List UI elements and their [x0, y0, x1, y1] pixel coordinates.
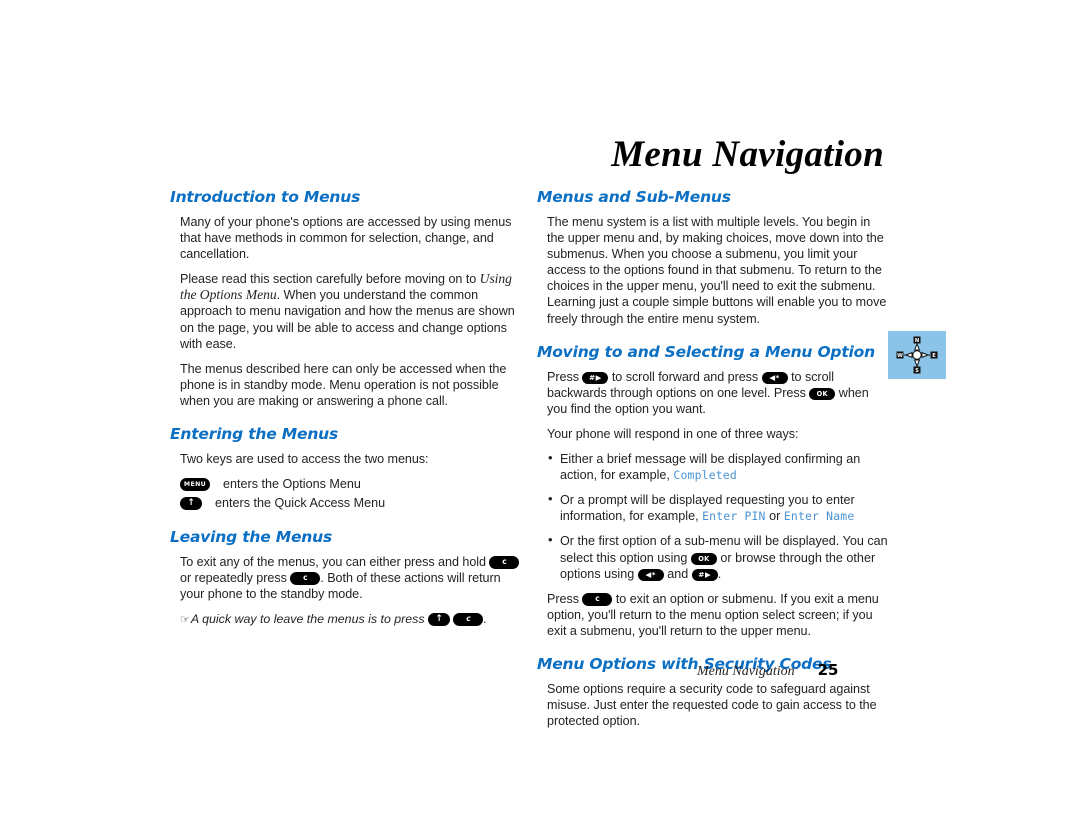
ok-key-icon: OK — [809, 387, 836, 400]
key-legend-label-menu: enters the Options Menu — [223, 477, 361, 492]
compass-west-label: W — [897, 353, 903, 359]
moving-intro-b: to scroll forward and press — [608, 369, 762, 384]
heading-leaving-the-menus: Leaving the Menus — [170, 528, 332, 547]
clear-key-icon: c — [582, 592, 613, 606]
page-footer: Menu Navigation 25 — [697, 661, 838, 680]
navigation-icon-box: N S W E — [888, 331, 946, 379]
up-arrow-key-icon: ↑ — [428, 613, 451, 627]
tip-text-after: . — [483, 612, 487, 627]
paragraph-leaving-b: or repeatedly press — [180, 571, 291, 586]
right-arrow-glyph: ▶ — [704, 569, 712, 579]
hash-glyph: # — [588, 372, 596, 382]
list-item: Or the first option of a sub-menu will b… — [547, 532, 889, 581]
star-glyph: * — [775, 372, 780, 382]
paragraph-intro-1: Many of your phone's options are accesse… — [180, 215, 512, 262]
paragraph-entering-intro: Two keys are used to access the two menu… — [180, 452, 429, 467]
star-glyph: * — [651, 569, 656, 579]
footer-page-number: 25 — [817, 661, 839, 679]
paragraph-intro-2: Please read this section carefully befor… — [170, 271, 522, 351]
heading-introduction-to-menus: Introduction to Menus — [170, 188, 361, 206]
clear-key-icon: c — [489, 556, 520, 570]
compass-north-label: N — [915, 338, 919, 344]
compass-east-label: E — [932, 353, 936, 359]
paragraph-intro-3: The menus described here can only be acc… — [180, 361, 507, 408]
clear-key-icon: c — [453, 613, 484, 627]
bullet-3-and: and — [663, 566, 692, 581]
left-column: Introduction to Menus Many of your phone… — [170, 188, 522, 628]
heading-menus-and-sub-menus: Menus and Sub-Menus — [537, 188, 731, 206]
compass-south-label: S — [915, 368, 919, 374]
list-item: Or a prompt will be displayed requesting… — [547, 491, 889, 524]
right-arrow-glyph: ▶ — [595, 372, 602, 382]
paragraph-exit-option: Press c to exit an option or submenu. If… — [537, 591, 889, 639]
hash-glyph: # — [698, 569, 705, 579]
ok-key-icon: OK — [690, 552, 717, 565]
star-back-key-icon: ◀* — [637, 568, 664, 581]
page-title: Menu Navigation — [611, 134, 884, 175]
star-back-key-icon: ◀* — [761, 371, 788, 384]
moving-intro-a: Press — [547, 369, 583, 384]
lcd-text-enter-name: Enter Name — [783, 509, 855, 524]
document-page: Menu Navigation Introduction to Menus Ma… — [0, 0, 1080, 834]
paragraph-security-codes: Some options require a security code to … — [547, 681, 877, 729]
bullet-3-text-after: . — [717, 566, 722, 581]
lcd-text-completed: Completed — [673, 468, 737, 483]
tip-text-before: A quick way to leave the menus is to pre… — [190, 612, 429, 627]
hash-forward-key-icon: #▶ — [582, 371, 609, 384]
menu-key-icon: MENU — [180, 478, 210, 492]
bullet-2-mid: or — [765, 509, 784, 524]
lcd-text-enter-pin: Enter PIN — [702, 509, 766, 524]
heading-moving-to-and-selecting-a-menu-option: Moving to and Selecting a Menu Option — [537, 342, 875, 361]
closing-a: Press — [547, 591, 583, 606]
heading-entering-the-menus: Entering the Menus — [170, 425, 339, 444]
compass-navigation-icon: N S W E — [896, 336, 938, 374]
hash-forward-key-icon: #▶ — [691, 568, 718, 581]
right-column: Menus and Sub-Menus The menu system is a… — [537, 188, 889, 729]
clear-key-icon: c — [290, 572, 321, 586]
tip-leave-menus: ☞A quick way to leave the menus is to pr… — [170, 611, 522, 628]
paragraph-moving-intro: Press #▶ to scroll forward and press ◀* … — [537, 369, 889, 417]
key-legend-row-menu: MENU enters the Options Menu — [170, 476, 522, 493]
response-bullet-list: Either a brief message will be displayed… — [537, 450, 889, 582]
paragraph-leaving: To exit any of the menus, you can either… — [170, 554, 522, 602]
paragraph-respond-line: Your phone will respond in one of three … — [547, 426, 799, 441]
paragraph-menus-and-sub-menus: The menu system is a list with multiple … — [547, 215, 887, 326]
paragraph-leaving-a: To exit any of the menus, you can either… — [180, 555, 490, 570]
up-arrow-key-icon: ↑ — [180, 497, 202, 511]
list-item: Either a brief message will be displayed… — [547, 450, 889, 483]
paragraph-intro-2-before: Please read this section carefully befor… — [180, 272, 480, 287]
pointing-hand-icon: ☞ — [179, 613, 191, 627]
key-legend-row-up: ↑ enters the Quick Access Menu — [170, 495, 522, 512]
key-legend-label-up: enters the Quick Access Menu — [215, 496, 386, 511]
footer-chapter-name: Menu Navigation — [697, 664, 795, 679]
